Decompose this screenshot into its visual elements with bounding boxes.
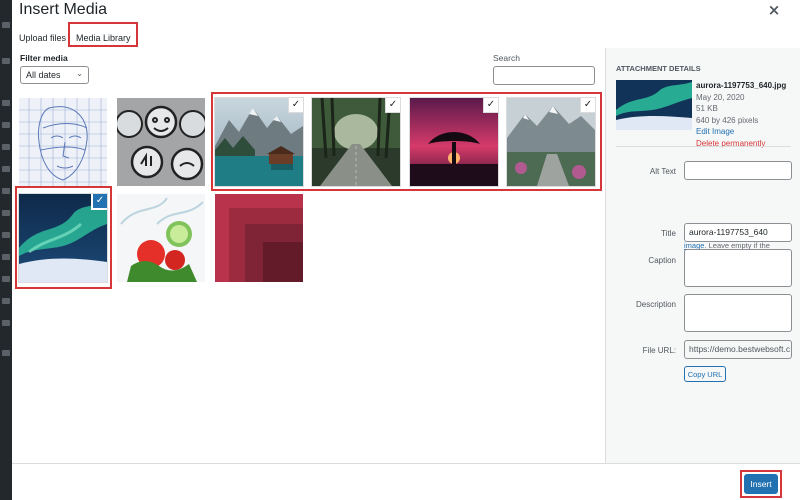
insert-button[interactable]: Insert: [744, 474, 778, 494]
date-filter-select[interactable]: All dates ⌄: [20, 66, 89, 84]
file-url-field[interactable]: https://demo.bestwebsoft.c: [684, 340, 792, 359]
attachment-info: aurora-1197753_640.jpg May 20, 2020 51 K…: [696, 80, 796, 149]
modal-footer: Insert: [12, 463, 800, 500]
red-placeholder-image: [215, 194, 303, 282]
attachment-preview: [616, 80, 692, 130]
tab-media-library[interactable]: Media Library: [76, 30, 131, 46]
modal-title: Insert Media: [19, 1, 108, 18]
media-thumb-red-sky-tree[interactable]: ✓: [409, 97, 499, 187]
description-label: Description: [635, 300, 676, 309]
attachment-details-heading: Attachment Details: [616, 64, 701, 73]
details-divider: [616, 146, 791, 147]
copy-url-button[interactable]: Copy URL: [684, 366, 726, 382]
media-thumb-vegetables-splash[interactable]: [117, 194, 205, 282]
media-thumb-wireframe-face[interactable]: [19, 98, 107, 186]
title-field[interactable]: aurora-1197753_640: [684, 223, 792, 242]
modal-title-bar: Insert Media ×: [12, 0, 800, 24]
close-icon[interactable]: ×: [767, 3, 781, 18]
aurora-preview-image: [616, 80, 692, 130]
admin-sidebar-background: [0, 0, 12, 500]
wireframe-face-image: [19, 98, 107, 186]
filter-media-label: Filter media: [20, 53, 68, 63]
check-icon[interactable]: ✓: [581, 98, 595, 112]
alt-text-label: Alt Text: [649, 167, 676, 176]
search-input[interactable]: [493, 66, 595, 85]
edit-image-link[interactable]: Edit Image: [696, 126, 796, 138]
caption-field[interactable]: [684, 249, 792, 287]
media-thumb-forest-road[interactable]: ✓: [311, 97, 401, 187]
attachment-filename: aurora-1197753_640.jpg: [696, 81, 787, 90]
media-thumb-aurora[interactable]: ✓: [18, 193, 108, 283]
attachment-dimensions: 640 by 426 pixels: [696, 115, 759, 125]
media-router-tabs: Upload files Media Library: [12, 26, 800, 48]
vegetables-image: [117, 194, 205, 282]
alt-text-field[interactable]: [684, 161, 792, 180]
description-field[interactable]: [684, 294, 792, 332]
insert-media-modal: Insert Media × Upload files Media Librar…: [12, 0, 800, 500]
attachment-size: 51 KB: [696, 104, 718, 113]
check-icon[interactable]: ✓: [386, 98, 400, 112]
media-thumb-mountain-stone-path[interactable]: ✓: [506, 97, 596, 187]
tab-upload-files[interactable]: Upload files: [19, 30, 66, 46]
caption-label: Caption: [648, 256, 676, 265]
media-thumb-metal-face-buttons[interactable]: [117, 98, 205, 186]
check-icon[interactable]: ✓: [289, 98, 303, 112]
search-label: Search: [493, 53, 520, 63]
check-icon[interactable]: ✓: [484, 98, 498, 112]
check-icon[interactable]: ✓: [93, 194, 107, 208]
media-thumb-mountain-lake-cabin[interactable]: ✓: [214, 97, 304, 187]
metal-buttons-image: [117, 98, 205, 186]
date-filter-value: All dates: [26, 70, 61, 80]
attachment-details-panel: Attachment Details aurora-1197753_640.jp…: [605, 48, 800, 463]
delete-permanently-link[interactable]: Delete permanently: [696, 138, 796, 150]
chevron-down-icon: ⌄: [76, 69, 83, 78]
media-thumb-red-placeholder[interactable]: [215, 194, 303, 282]
file-url-label: File URL:: [642, 346, 676, 355]
attachment-date: May 20, 2020: [696, 92, 745, 102]
title-label: Title: [661, 229, 676, 238]
